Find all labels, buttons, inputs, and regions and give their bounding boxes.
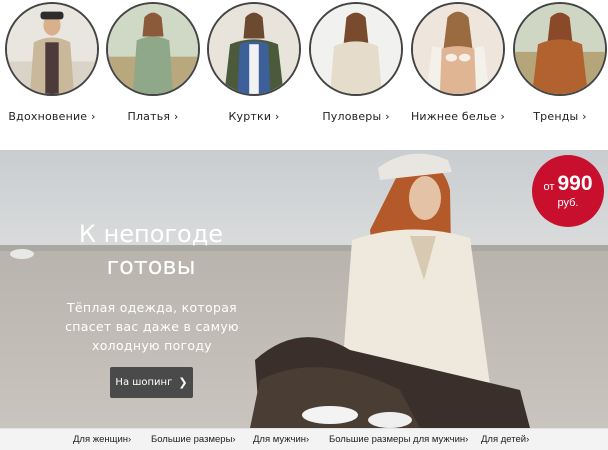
category-lingerie[interactable]: Нижнее белье › bbox=[410, 2, 506, 123]
hero-subtitle-line1: Тёплая одежда, которая bbox=[67, 300, 237, 315]
bottom-nav: Для женщин› Большие размеры› Для мужчин›… bbox=[0, 428, 608, 450]
category-jackets-label: Куртки › bbox=[228, 110, 280, 123]
chevron-right-icon: ❯ bbox=[178, 376, 188, 389]
category-jackets[interactable]: Куртки › bbox=[206, 2, 302, 123]
category-pullovers-label: Пуловеры › bbox=[322, 110, 390, 123]
hero-banner[interactable]: К непогоде готовы Тёплая одежда, которая… bbox=[0, 150, 608, 428]
shopping-button-label: На шопинг bbox=[115, 377, 173, 388]
category-inspiration-label: Вдохновение › bbox=[8, 110, 96, 123]
category-trends-label: Тренды › bbox=[533, 110, 587, 123]
hero-subtitle-line2: спасет вас даже в самую bbox=[65, 319, 239, 334]
category-inspiration[interactable]: Вдохновение › bbox=[4, 2, 100, 123]
category-pullovers[interactable]: Пуловеры › bbox=[308, 2, 404, 123]
category-inspiration-image[interactable] bbox=[5, 2, 99, 96]
nav-link-plus-sizes[interactable]: Большие размеры› bbox=[151, 434, 236, 445]
category-jackets-image[interactable] bbox=[207, 2, 301, 96]
hero-subtitle-line3: холодную погоду bbox=[92, 338, 212, 353]
category-dresses-label: Платья › bbox=[127, 110, 179, 123]
price-amount: 990 bbox=[557, 172, 593, 195]
category-lingerie-image[interactable] bbox=[411, 2, 505, 96]
hero-background-image bbox=[0, 150, 608, 428]
nav-link-kids[interactable]: Для детей› bbox=[481, 434, 529, 445]
category-trends[interactable]: Тренды › bbox=[512, 2, 608, 123]
hero-title: К непогоде готовы bbox=[40, 218, 262, 282]
price-currency: руб. bbox=[557, 197, 579, 209]
price-badge-value: от 990 bbox=[532, 172, 604, 196]
price-badge: от 990 руб. bbox=[532, 155, 604, 227]
hero-title-line2: готовы bbox=[106, 252, 196, 280]
category-lingerie-label: Нижнее белье › bbox=[410, 110, 506, 123]
hero-title-line1: К непогоде bbox=[78, 220, 224, 248]
shopping-button[interactable]: На шопинг ❯ bbox=[110, 367, 193, 398]
category-trends-image[interactable] bbox=[513, 2, 607, 96]
category-carousel: Вдохновение › Платья › Куртки › Пуловеры… bbox=[0, 0, 608, 150]
nav-link-women[interactable]: Для женщин› bbox=[73, 434, 131, 445]
price-prefix: от bbox=[543, 181, 555, 193]
category-pullovers-image[interactable] bbox=[309, 2, 403, 96]
hero-subtitle: Тёплая одежда, которая спасет вас даже в… bbox=[52, 298, 252, 355]
nav-link-men-plus-sizes[interactable]: Большие размеры для мужчин› bbox=[329, 434, 468, 445]
nav-link-men[interactable]: Для мужчин› bbox=[253, 434, 309, 445]
category-dresses-image[interactable] bbox=[106, 2, 200, 96]
category-dresses[interactable]: Платья › bbox=[105, 2, 201, 123]
